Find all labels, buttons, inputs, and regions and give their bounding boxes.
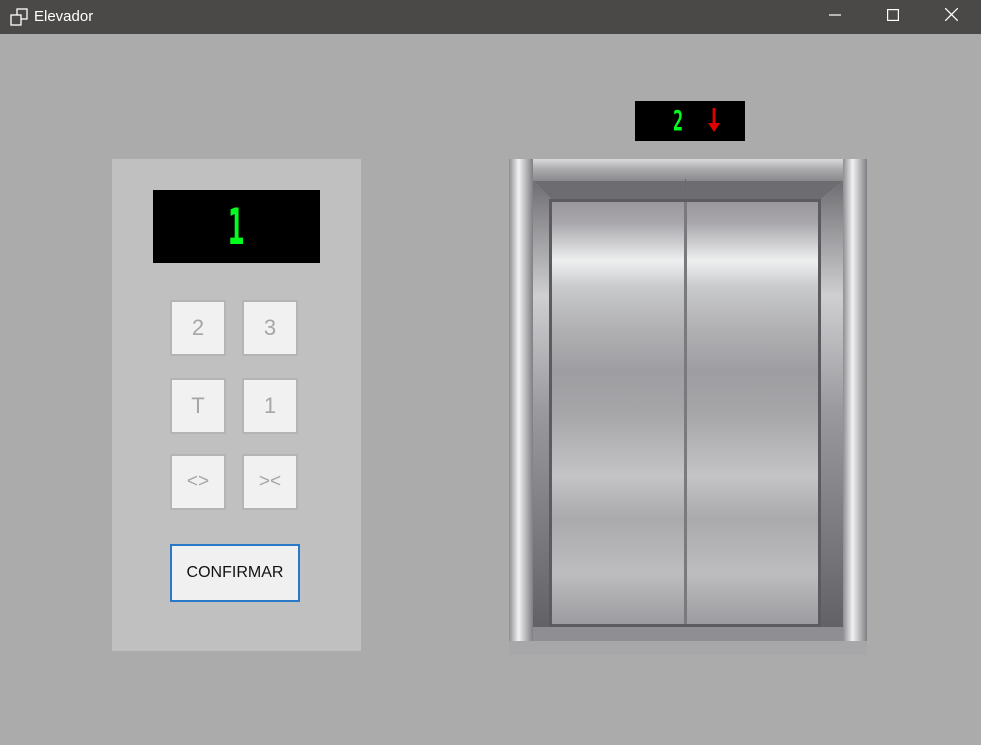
floor-1-button[interactable]: 1 xyxy=(242,378,298,434)
open-doors-button[interactable]: <> xyxy=(170,454,226,510)
close-icon xyxy=(944,7,958,26)
current-floor-display: 1 xyxy=(153,190,320,263)
maximize-button[interactable] xyxy=(864,0,922,34)
window-title: Elevador xyxy=(34,8,94,25)
maximize-icon xyxy=(887,8,900,26)
floor-t-button[interactable]: T xyxy=(170,378,226,434)
elevator-doors-image xyxy=(509,159,867,655)
indicator-floor-number: 2 xyxy=(673,104,684,137)
floor-2-button[interactable]: 2 xyxy=(170,300,226,356)
elevator-control-panel: 1 2 3 T 1 <> >< CONFIRMAR xyxy=(112,159,361,651)
windows-app-icon xyxy=(10,8,28,26)
floor-indicator: 2 xyxy=(635,101,745,141)
minimize-icon xyxy=(829,8,841,26)
close-doors-button[interactable]: >< xyxy=(242,454,298,510)
current-floor-value: 1 xyxy=(228,197,245,256)
down-arrow-icon xyxy=(708,107,720,135)
confirm-button[interactable]: CONFIRMAR xyxy=(170,544,300,602)
floor-3-button[interactable]: 3 xyxy=(242,300,298,356)
close-button[interactable] xyxy=(922,0,980,34)
title-bar: Elevador xyxy=(0,0,981,34)
minimize-button[interactable] xyxy=(806,0,864,34)
